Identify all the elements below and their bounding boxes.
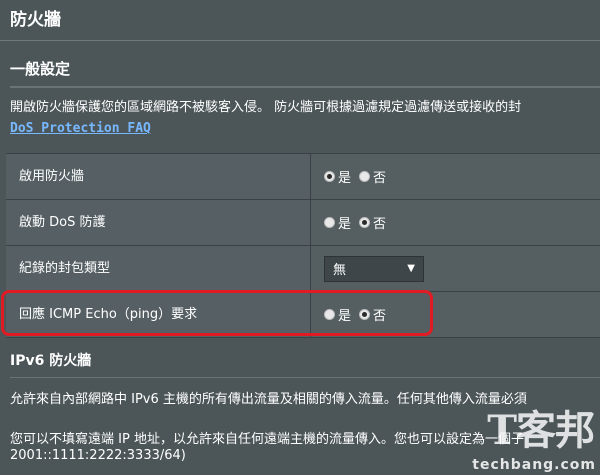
ipv6-description-3: 2001::1111:2222:3333/64) bbox=[10, 448, 186, 463]
icmp-echo-yes-radio[interactable]: 是 bbox=[324, 305, 351, 324]
radio-label: 是 bbox=[338, 171, 352, 186]
general-settings-title: 一般設定 bbox=[10, 60, 71, 78]
page-title: 防火牆 bbox=[10, 10, 61, 30]
section-divider bbox=[10, 377, 600, 378]
icmp-echo-label: 回應 ICMP Echo（ping）要求 bbox=[6, 292, 311, 337]
icmp-echo-field: 是 否 bbox=[324, 292, 394, 337]
logged-packet-type-field: 無 ▼ bbox=[324, 246, 424, 291]
table-row: 回應 ICMP Echo（ping）要求 是 否 bbox=[6, 292, 600, 338]
logged-packet-type-label: 紀錄的封包類型 bbox=[6, 246, 311, 291]
radio-label: 否 bbox=[373, 309, 387, 324]
section-divider bbox=[10, 86, 600, 88]
radio-label: 是 bbox=[338, 217, 352, 232]
radio-checked-icon[interactable] bbox=[359, 217, 371, 228]
select-value: 無 bbox=[333, 263, 347, 278]
radio-label: 否 bbox=[373, 171, 387, 186]
dos-protection-yes-radio[interactable]: 是 bbox=[324, 213, 351, 232]
enable-firewall-field: 是 否 bbox=[324, 154, 394, 199]
watermark-logo: T客邦 techbang.com bbox=[455, 398, 600, 475]
enable-dos-protection-label: 啟動 DoS 防護 bbox=[6, 200, 311, 245]
watermark-latin: techbang.com bbox=[472, 457, 596, 473]
ipv6-description-2: 您可以不填寫遠端 IP 地址，以允許來自任何遠端主機的流量傳入。您也可以設定為一… bbox=[10, 432, 524, 447]
enable-firewall-label: 啟用防火牆 bbox=[6, 154, 311, 199]
radio-label: 是 bbox=[338, 309, 352, 324]
watermark-cjk: T客邦 bbox=[487, 407, 595, 454]
ipv6-firewall-title: IPv6 防火牆 bbox=[10, 353, 92, 369]
radio-label: 否 bbox=[373, 217, 387, 232]
dos-protection-field: 是 否 bbox=[324, 200, 394, 245]
radio-unchecked-icon[interactable] bbox=[359, 171, 371, 182]
firewall-settings-table: 啟用防火牆 是 否 啟動 DoS 防護 是 否 紀錄的封包類型 無 ▼ 回應 I… bbox=[6, 153, 600, 338]
table-row: 啟用防火牆 是 否 bbox=[6, 154, 600, 200]
firewall-description: 開啟防火牆保護您的區域網路不被駭客入侵。 防火牆可根據過濾規定過濾傳送或接收的封 bbox=[10, 100, 522, 115]
enable-firewall-yes-radio[interactable]: 是 bbox=[324, 167, 351, 186]
table-row: 啟動 DoS 防護 是 否 bbox=[6, 200, 600, 246]
radio-unchecked-icon[interactable] bbox=[324, 217, 335, 228]
enable-firewall-no-radio[interactable]: 否 bbox=[359, 167, 386, 186]
icmp-echo-no-radio[interactable]: 否 bbox=[359, 305, 386, 324]
radio-unchecked-icon[interactable] bbox=[324, 309, 335, 320]
logged-packet-type-select[interactable]: 無 ▼ bbox=[324, 255, 424, 282]
dos-protection-no-radio[interactable]: 否 bbox=[359, 213, 386, 232]
radio-checked-icon[interactable] bbox=[359, 309, 371, 320]
ipv6-description: 允許來自內部網路中 IPv6 主機的所有傳出流量及相關的傳入流量。任何其他傳入流… bbox=[10, 392, 527, 407]
title-divider bbox=[0, 40, 600, 41]
caret-down-icon: ▼ bbox=[407, 263, 415, 274]
table-row: 紀錄的封包類型 無 ▼ bbox=[6, 246, 600, 292]
radio-checked-icon[interactable] bbox=[324, 171, 335, 182]
dos-protection-faq-link[interactable]: DoS Protection FAQ bbox=[10, 121, 151, 136]
